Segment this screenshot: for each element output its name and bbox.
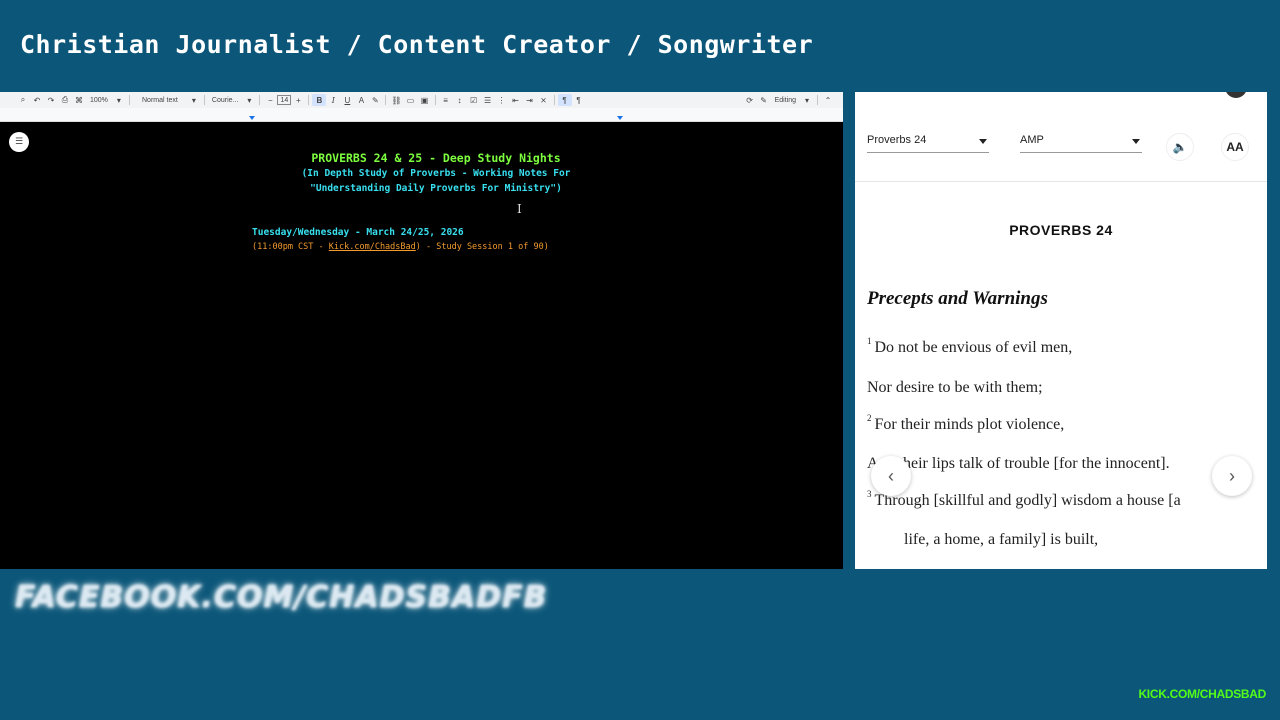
style-select[interactable]: Normal text [133,94,187,106]
verse-line[interactable]: 1 Do not be envious of evil men, [867,336,1073,357]
doc-date-line: Tuesday/Wednesday - March 24/25, 2026 [252,227,464,238]
chevron-down-icon: ▾ [804,95,809,105]
decrease-font-button[interactable]: − [263,94,277,106]
comment-icon[interactable]: ▭ [404,94,418,106]
verse-line[interactable]: Nor desire to be with them; [867,379,1043,397]
history-icon[interactable]: ⟳ [743,94,757,106]
align-icon[interactable]: ≡ [439,94,453,106]
kick-link[interactable]: Kick.com/ChadsBad [329,242,416,252]
chevron-down-icon: ▾ [116,95,121,105]
italic-button[interactable]: I [326,94,340,106]
section-heading: Precepts and Warnings [867,288,1048,309]
caret-down-icon [1132,139,1140,144]
mode-select[interactable]: Editing [771,94,800,106]
text-cursor-icon: I [517,202,522,216]
chevron-up-icon[interactable]: ⌃ [821,94,835,106]
avatar[interactable] [1225,92,1247,98]
toolbar-divider [259,95,261,105]
numbered-list-icon[interactable]: ⋮ [495,94,509,106]
version-select-value: AMP [1020,134,1044,146]
doc-title: PROVERBS 24 & 25 - Deep Study Nights [311,151,561,165]
verse-number: 2 [867,413,872,423]
pencil-icon: ✎ [760,95,767,105]
image-icon[interactable]: ▣ [418,94,432,106]
verse-number: 1 [867,336,872,346]
header-title: Christian Journalist / Content Creator /… [20,30,814,59]
indent-icon[interactable]: ⇥ [523,94,537,106]
zoom-select[interactable]: 100% [86,94,112,106]
verse-text: life, a home, a family] is built, [904,531,1099,548]
chevron-down-icon: ▾ [191,95,196,105]
verse-line[interactable]: life, a home, a family] is built, [904,531,1098,549]
bible-header: Proverbs 24 AMP 🔈 AA [855,92,1267,182]
line-spacing-icon[interactable]: ↕ [453,94,467,106]
ltr-icon[interactable]: ¶ [557,94,572,106]
left-indent-marker[interactable] [249,116,255,120]
paint-format-icon[interactable]: ⌘ [72,94,86,106]
font-select[interactable]: Courie... [208,94,242,106]
redo-icon[interactable]: ↷ [44,94,58,106]
chapter-heading: PROVERBS 24 [1009,222,1113,238]
search-icon[interactable]: ⌕ [16,94,30,106]
book-select[interactable]: Proverbs 24 [867,129,989,153]
verse-line[interactable]: And their lips talk of trouble [for the … [867,455,1170,473]
verse-number: 3 [867,489,872,499]
verse-line[interactable]: 3 Through [skillful and godly] wisdom a h… [867,489,1181,510]
checklist-icon[interactable]: ☑ [467,94,481,106]
toolbar-divider [128,95,130,105]
toolbar-divider [553,95,555,105]
link-icon[interactable]: ⛓ [389,94,403,106]
verse-text: And their lips talk of trouble [for the … [867,455,1170,472]
bible-reader-window: Proverbs 24 AMP 🔈 AA PROVERBS 24 Precept… [855,92,1267,569]
toolbar-divider [817,95,818,105]
doc-subtitle-line-2: "Understanding Daily Proverbs For Minist… [310,183,562,194]
clear-format-icon[interactable]: ⨯ [537,94,551,106]
time-suffix: ) - Study Session 1 of 90) [415,242,549,252]
bullet-list-icon[interactable]: ☰ [481,94,495,106]
facebook-overlay: FACEBOOK.COM/CHADSBADFB [15,580,548,615]
toolbar-divider [203,95,205,105]
verse-text: Nor desire to be with them; [867,379,1043,396]
print-icon[interactable]: ⎙ [58,94,72,106]
document-page[interactable]: ☰ PROVERBS 24 & 25 - Deep Study Nights (… [0,122,843,569]
verse-text: Do not be envious of evil men, [874,339,1073,356]
chevron-right-icon[interactable]: › [1212,456,1252,496]
time-prefix: (11:00pm CST - [252,242,329,252]
verse-text: For their minds plot violence, [874,416,1065,433]
toolbar-divider [308,95,310,105]
toolbar-divider [385,95,387,105]
doc-time-line: (11:00pm CST - Kick.com/ChadsBad) - Stud… [252,242,549,252]
indent-decrease-icon[interactable]: ⇤ [509,94,523,106]
chevron-down-icon: ▾ [247,95,252,105]
ruler[interactable] [0,108,843,122]
book-select-value: Proverbs 24 [867,134,927,146]
verse-text: Through [skillful and godly] wisdom a ho… [874,492,1181,509]
underline-button[interactable]: U [340,94,354,106]
text-color-button[interactable]: A [354,94,368,106]
outline-icon[interactable]: ☰ [9,132,29,152]
chevron-left-icon[interactable]: ‹ [871,456,911,496]
verse-line[interactable]: 2 For their minds plot violence, [867,413,1065,434]
font-size-input[interactable]: 14 [277,95,292,105]
version-select[interactable]: AMP [1020,129,1142,153]
increase-font-button[interactable]: + [291,94,305,106]
caret-down-icon [979,139,987,144]
right-indent-marker[interactable] [617,116,623,120]
doc-subtitle-line-1: (In Depth Study of Proverbs - Working No… [301,168,571,179]
google-docs-window: ⌕ ↶ ↷ ⎙ ⌘ 100% ▾ Normal text ▾ Courie...… [0,92,843,569]
speaker-icon[interactable]: 🔈 [1166,133,1194,161]
bold-button[interactable]: B [312,94,327,106]
undo-icon[interactable]: ↶ [30,94,44,106]
paragraph-icon[interactable]: ¶ [572,94,586,106]
font-size-button[interactable]: AA [1221,133,1249,161]
highlight-icon[interactable]: ✎ [368,94,382,106]
docs-toolbar: ⌕ ↶ ↷ ⎙ ⌘ 100% ▾ Normal text ▾ Courie...… [0,92,843,108]
toolbar-divider [434,95,436,105]
kick-overlay: KICK.COM/CHADSBAD [1138,687,1266,701]
